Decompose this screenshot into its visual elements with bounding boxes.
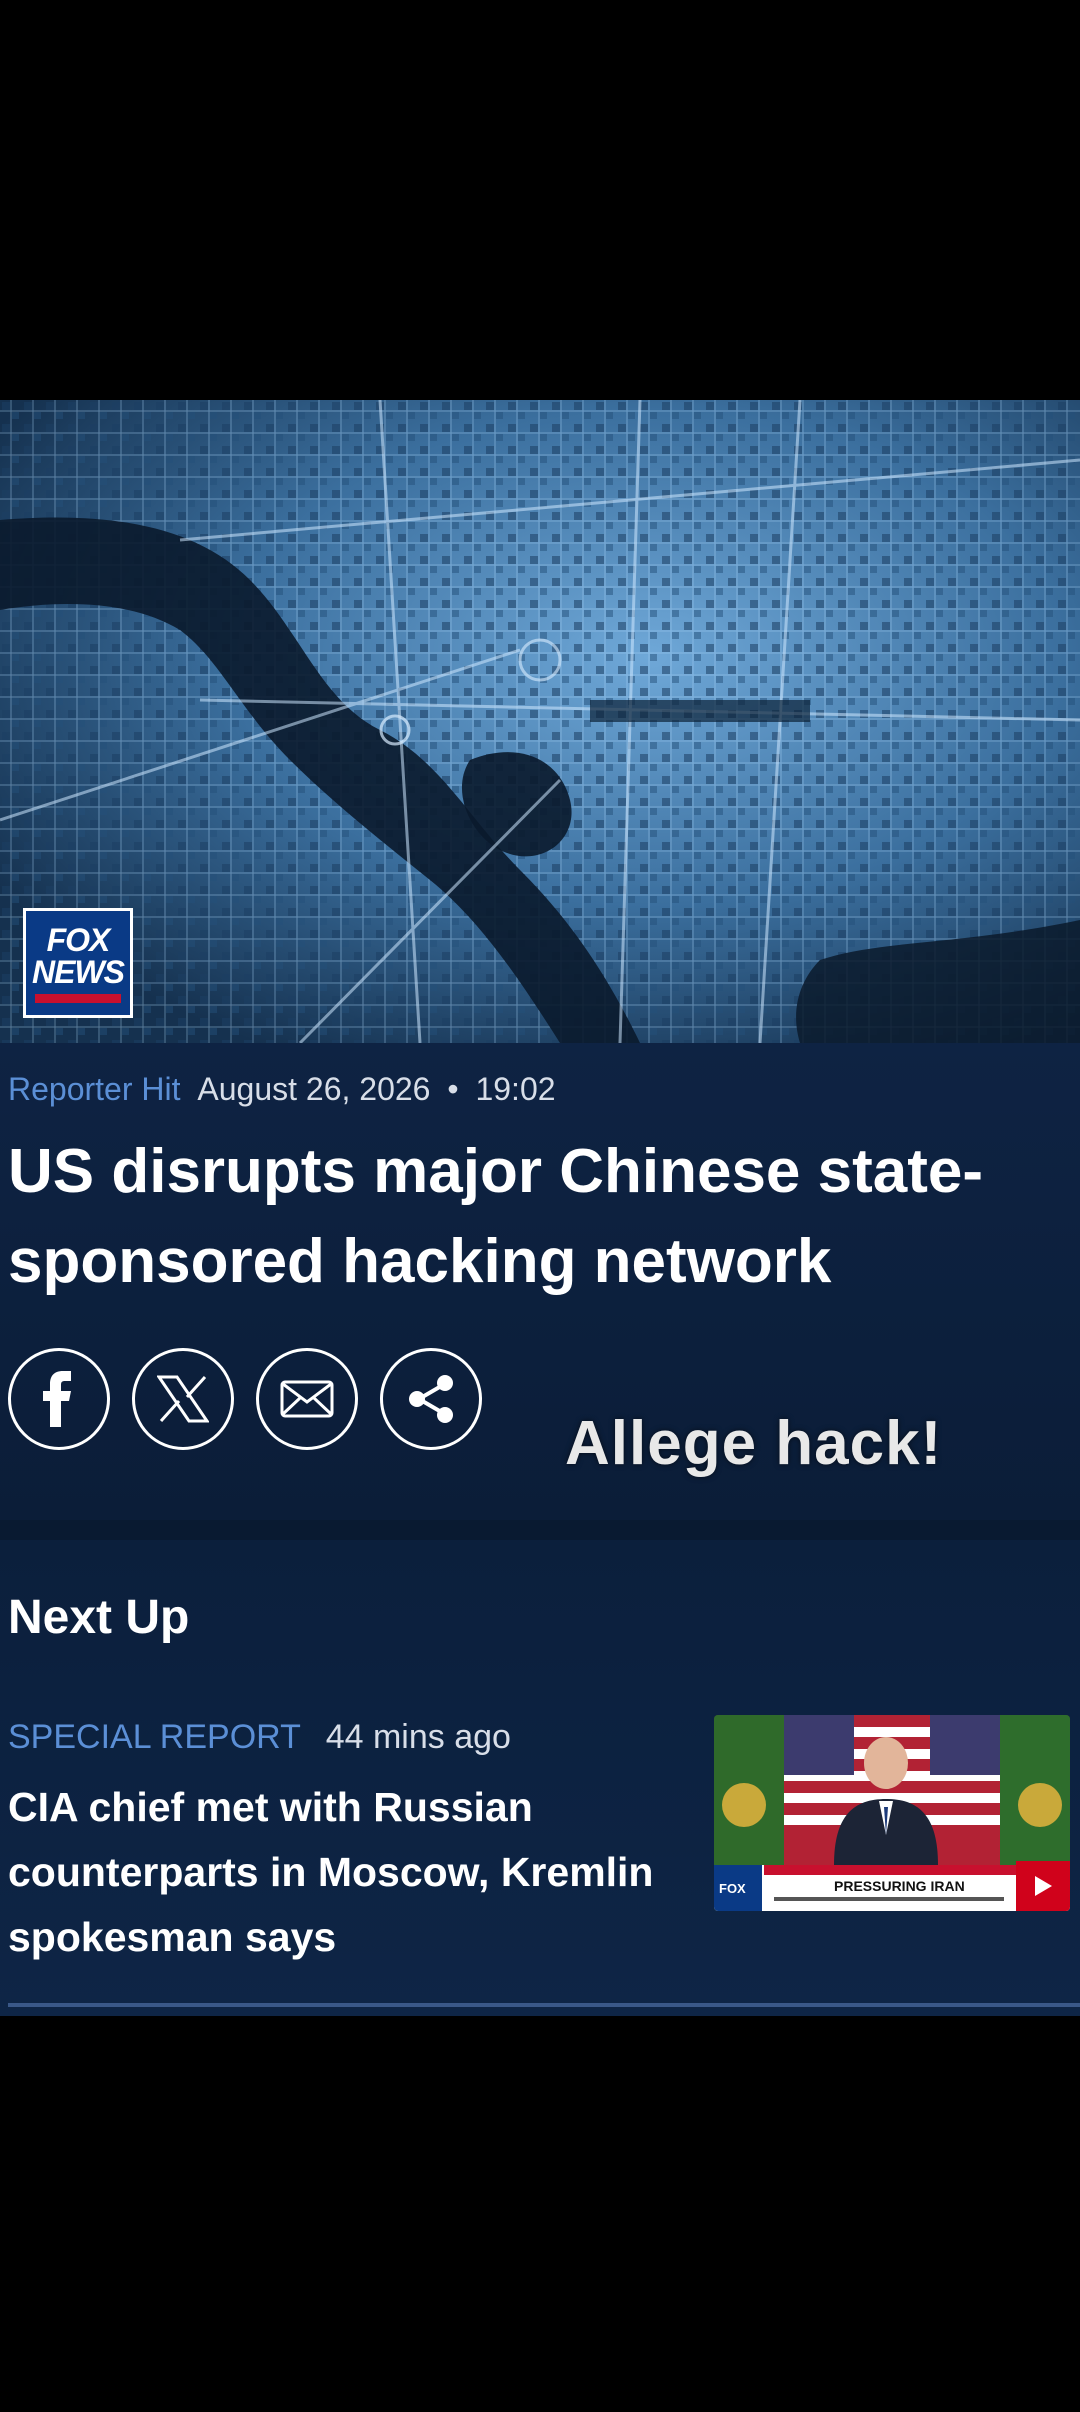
- share-button[interactable]: [380, 1348, 482, 1450]
- story-underline: [8, 2003, 1080, 2007]
- fox-news-logo: FOX NEWS: [23, 908, 133, 1018]
- article-date: August 26, 2026: [197, 1071, 431, 1107]
- logo-red-bar: [35, 993, 121, 1003]
- email-share-button[interactable]: [256, 1348, 358, 1450]
- story-thumbnail[interactable]: FOX PRESSURING IRAN: [714, 1715, 1070, 1911]
- x-icon: [157, 1375, 209, 1423]
- story-title[interactable]: CIA chief met with Russian counterparts …: [8, 1775, 688, 1970]
- article-category[interactable]: Reporter Hit: [8, 1071, 181, 1107]
- story-time-ago: 44 mins ago: [325, 1718, 511, 1756]
- overlay-caption: Allege hack!: [565, 1409, 943, 1478]
- facebook-icon: [43, 1371, 71, 1427]
- letterbox-bottom: [0, 2016, 1080, 2412]
- article-header: Reporter Hit August 26, 2026 • 19:02 US …: [0, 1043, 1080, 1520]
- article-headline: US disrupts major Chinese state-sponsore…: [8, 1137, 984, 1296]
- story-tag[interactable]: SPECIAL REPORT: [8, 1718, 300, 1756]
- share-icon: [409, 1375, 453, 1423]
- facebook-share-button[interactable]: [8, 1348, 110, 1450]
- play-icon: [1035, 1876, 1052, 1896]
- story-meta: SPECIAL REPORT 44 mins ago: [8, 1718, 511, 1757]
- map-image: [0, 400, 1080, 1043]
- email-icon: [280, 1380, 334, 1418]
- next-up-section: Next Up SPECIAL REPORT 44 mins ago CIA c…: [0, 1540, 1080, 2016]
- next-up-heading: Next Up: [8, 1591, 190, 1644]
- article-time: 19:02: [475, 1071, 556, 1107]
- logo-text-fox: FOX: [46, 921, 111, 958]
- svg-text:FOX: FOX: [719, 1881, 746, 1896]
- svg-text:PRESSURING IRAN: PRESSURING IRAN: [834, 1878, 965, 1894]
- x-share-button[interactable]: [132, 1348, 234, 1450]
- share-bar: [8, 1348, 482, 1450]
- section-divider: [0, 1520, 1080, 1540]
- logo-text-news: NEWS: [32, 953, 125, 990]
- play-button[interactable]: [1016, 1861, 1070, 1911]
- video-player[interactable]: FOX NEWS: [0, 400, 1080, 1043]
- letterbox-top: [0, 0, 1080, 400]
- article-meta: Reporter Hit August 26, 2026 • 19:02: [8, 1071, 556, 1108]
- meta-separator: •: [447, 1071, 459, 1107]
